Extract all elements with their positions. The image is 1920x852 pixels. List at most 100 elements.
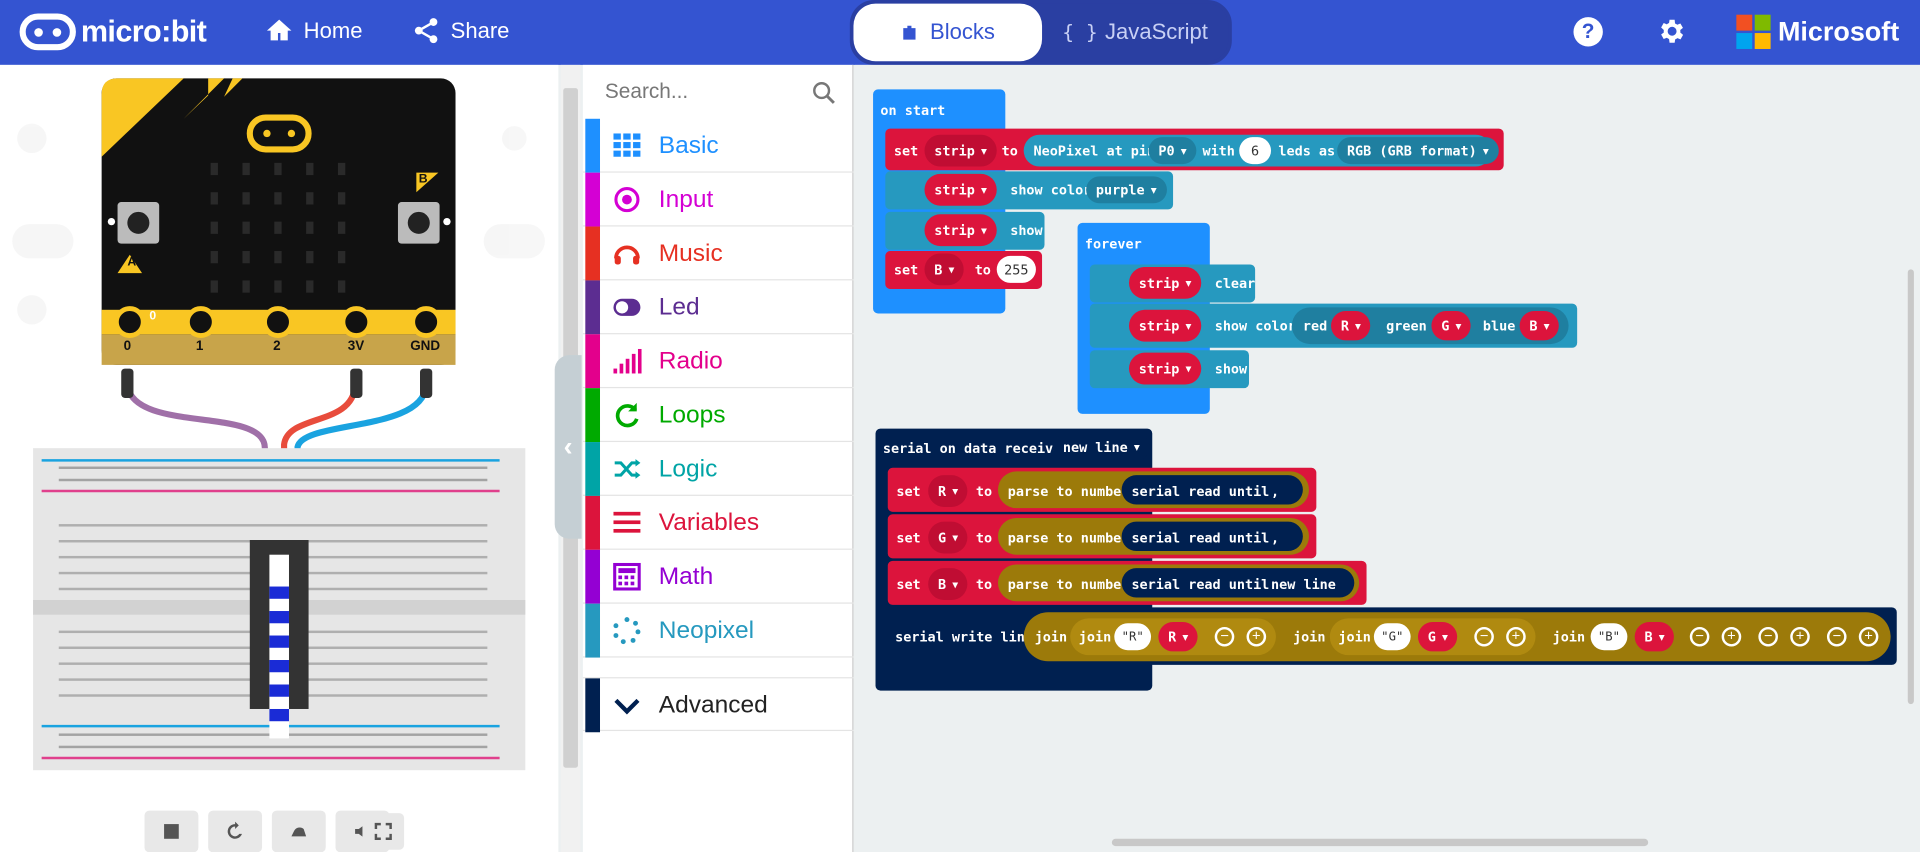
remove-icon[interactable]: − [1689,626,1710,647]
add-icon[interactable]: + [1246,626,1267,647]
b-var-pill[interactable]: B ▼ [1519,311,1560,341]
microsoft-logo[interactable]: Microsoft [1736,14,1899,49]
toolbox-category-math[interactable]: Math [582,549,854,604]
simulator-drawing [12,78,545,771]
button-a-label[interactable]: A [127,256,136,269]
toolbox-category-logic[interactable]: Logic [582,442,854,496]
g-var-pill[interactable]: G ▼ [1417,622,1458,652]
join-label: join [1293,629,1326,646]
search-input[interactable] [604,79,801,105]
settings-gear-icon[interactable] [1656,16,1687,53]
stop-button[interactable] [144,810,199,852]
add-icon[interactable]: + [1858,626,1879,647]
with-keyword: with [1202,143,1235,160]
add-icon[interactable]: + [1721,626,1742,647]
serial-read-label: serial read until [1131,576,1270,593]
join-label: join [1338,629,1371,646]
button-b-label[interactable]: B [419,173,428,186]
string-b-input[interactable]: " B " [1590,623,1628,651]
g-var-pill[interactable]: G ▼ [1431,311,1472,341]
fullscreen-button[interactable] [362,813,405,850]
workspace-vertical-scrollbar[interactable] [1907,269,1914,705]
toolbox-category-basic[interactable]: Basic [582,118,854,173]
green-label: green [1386,318,1427,335]
add-icon[interactable]: + [1506,626,1526,647]
toolbox-category-led[interactable]: Led [582,280,854,335]
toolbox-category-variables[interactable]: Variables [582,495,854,550]
color-dropdown[interactable]: purple ▼ [1086,176,1167,204]
toolbox-category-neopixel[interactable]: Neopixel [582,603,854,658]
blocks-workspace[interactable]: on start set strip ▼ to NeoPixel at pin P… [854,64,1920,852]
var-b-dropdown[interactable]: B ▼ [928,568,968,601]
remove-icon[interactable]: − [1214,626,1235,647]
strip-var-pill[interactable]: strip ▼ [924,173,997,206]
category-label: Radio [658,347,723,375]
r-var-pill[interactable]: R ▼ [1331,311,1371,341]
remove-icon[interactable]: − [1758,626,1778,647]
separator-value[interactable]: , [1271,530,1279,546]
strip-var-pill[interactable]: strip ▼ [1128,309,1202,342]
braces-icon: { } [1062,20,1098,45]
restart-button[interactable] [208,810,263,852]
workspace-horizontal-scrollbar[interactable] [1111,838,1649,847]
remove-icon[interactable]: − [1826,626,1847,647]
blue-label: blue [1482,318,1516,335]
format-dropdown[interactable]: RGB (GRB format) ▼ [1337,137,1499,165]
category-label: Input [658,186,714,214]
search-icon[interactable] [812,81,836,105]
var-b-dropdown[interactable]: B ▼ [924,253,965,286]
delimiter-dropdown[interactable]: new line ▼ [1053,433,1150,461]
collapse-simulator-button[interactable]: ‹ [554,355,582,539]
string-g-input[interactable]: " G " [1373,623,1411,651]
toolbox-category-music[interactable]: Music [582,226,854,281]
led-count-input[interactable]: 6 [1239,137,1272,165]
remove-icon[interactable]: − [1474,626,1494,647]
blocks-tab[interactable]: Blocks [853,3,1043,62]
var-g-dropdown[interactable]: G ▼ [928,521,968,554]
help-icon[interactable]: ? [1573,17,1603,47]
to-keyword: to [975,576,993,593]
category-label: Loops [658,401,726,429]
separator-dropdown[interactable]: new line [1271,577,1336,593]
toolbox-category-advanced[interactable]: Advanced [582,677,854,733]
r-var-pill[interactable]: R ▼ [1158,622,1199,652]
set-keyword: set [893,262,919,278]
strip-var-pill[interactable]: strip ▼ [1128,352,1202,385]
toolbox-category-input[interactable]: Input [582,172,854,227]
string-r-input[interactable]: " R " [1114,623,1152,651]
toolbox-category-radio[interactable]: Radio [582,334,854,389]
b-var-pill[interactable]: B ▼ [1634,622,1675,652]
var-strip-dropdown[interactable]: strip ▼ [924,134,997,167]
category-color-bar [585,603,601,658]
category-color-bar [585,549,601,604]
strip-var-pill[interactable]: strip ▼ [924,214,997,247]
blocks-tab-label: Blocks [929,19,995,45]
red-label: red [1302,318,1328,335]
home-label: Home [303,17,363,43]
add-icon[interactable]: + [1790,626,1810,647]
share-button[interactable]: Share [411,16,509,45]
microbit-logo[interactable]: micro:bit [19,13,207,51]
on-start-label: on start [880,102,946,119]
javascript-tab-label: JavaScript [1105,19,1208,45]
slowmo-button[interactable] [271,810,326,852]
separator-value[interactable]: , [1271,484,1279,500]
headphones-icon [614,245,640,265]
javascript-tab[interactable]: { } JavaScript [1042,4,1228,62]
editor-toggle: Blocks { } JavaScript [849,0,1232,65]
category-label: Music [658,240,723,267]
show-color-label: show color [1010,182,1092,199]
category-color-bar [585,172,601,227]
pin-dropdown[interactable]: P0 ▼ [1148,137,1197,165]
home-button[interactable]: Home [264,16,362,45]
var-r-dropdown[interactable]: R ▼ [928,475,968,507]
toggle-icon [613,298,641,316]
value-input[interactable]: 255 [996,255,1036,283]
to-keyword: to [975,483,993,500]
toolbox-category-loops[interactable]: Loops [582,388,854,443]
clear-label: clear [1214,275,1256,292]
strip-var-pill[interactable]: strip ▼ [1128,266,1202,299]
microsoft-logo-icon [1736,14,1771,49]
category-color-bar [585,226,601,281]
to-keyword: to [975,530,993,547]
